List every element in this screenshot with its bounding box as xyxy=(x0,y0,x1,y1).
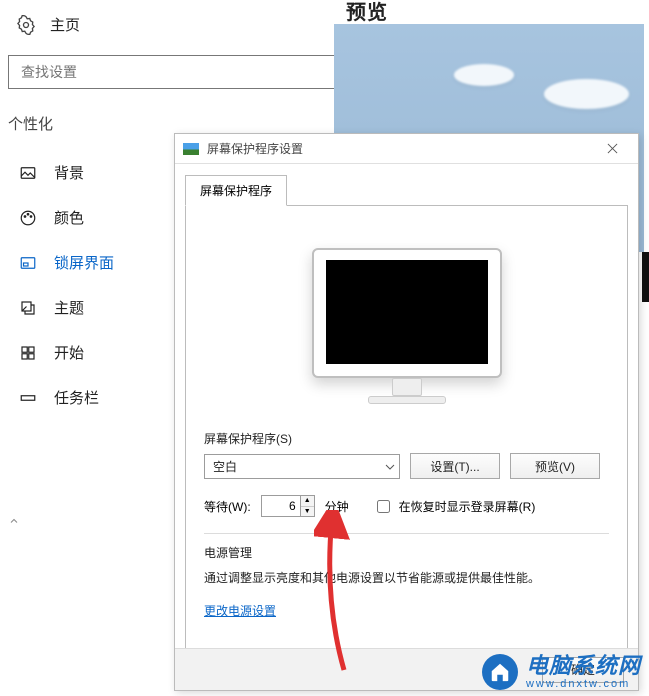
power-settings-link[interactable]: 更改电源设置 xyxy=(204,604,276,618)
spin-down-button[interactable]: ▼ xyxy=(301,507,314,517)
tab-content: 屏幕保护程序(S) 空白 设置(T)... 预览(V) 等待(W): ▲ ▼ 分… xyxy=(185,205,628,681)
resume-checkbox-row[interactable]: 在恢复时显示登录屏幕(R) xyxy=(373,497,536,516)
sidebar-item-label: 开始 xyxy=(54,342,84,363)
watermark-title: 电脑系统网 xyxy=(526,655,641,677)
tab-strip: 屏幕保护程序 xyxy=(175,164,638,205)
chevron-down-icon xyxy=(385,459,395,473)
preview-button[interactable]: 预览(V) xyxy=(510,453,600,479)
dialog-title: 屏幕保护程序设置 xyxy=(207,140,303,157)
sidebar-item-label: 背景 xyxy=(54,162,84,183)
lockscreen-icon xyxy=(18,253,38,273)
watermark-url: www.dnxtw.com xyxy=(526,679,641,690)
watermark-logo-icon xyxy=(482,654,518,690)
combobox-value: 空白 xyxy=(213,458,237,475)
start-icon xyxy=(18,343,38,363)
home-label: 主页 xyxy=(50,14,80,35)
chevron-up-icon xyxy=(8,514,20,526)
power-description: 通过调整显示亮度和其他电源设置以节省能源或提供最佳性能。 xyxy=(204,569,609,588)
dialog-titlebar[interactable]: 屏幕保护程序设置 xyxy=(175,134,638,164)
sidebar-item-label: 任务栏 xyxy=(54,387,99,408)
theme-icon xyxy=(18,298,38,318)
close-button[interactable] xyxy=(592,135,632,163)
screensaver-preview-monitor xyxy=(312,248,502,404)
wait-input[interactable] xyxy=(262,496,300,516)
wait-label: 等待(W): xyxy=(204,498,251,515)
divider xyxy=(204,533,609,534)
screensaver-dialog: 屏幕保护程序设置 屏幕保护程序 屏幕保护程序(S) 空白 设置(T)... 预览… xyxy=(174,133,639,691)
sidebar-item-label: 主题 xyxy=(54,297,84,318)
picture-icon xyxy=(18,163,38,183)
sidebar-item-label: 锁屏界面 xyxy=(54,252,114,273)
dialog-icon xyxy=(183,143,199,155)
spin-up-button[interactable]: ▲ xyxy=(301,496,314,507)
watermark: 电脑系统网 www.dnxtw.com xyxy=(482,654,641,690)
gear-icon xyxy=(16,15,36,35)
tab-screensaver[interactable]: 屏幕保护程序 xyxy=(185,175,287,206)
preview-title: 预览 xyxy=(346,0,388,25)
screensaver-combobox[interactable]: 空白 xyxy=(204,454,400,479)
taskbar-icon xyxy=(18,388,38,408)
wait-spinbox[interactable]: ▲ ▼ xyxy=(261,495,315,517)
wait-unit: 分钟 xyxy=(325,498,349,515)
power-section-label: 电源管理 xyxy=(204,544,609,561)
sidebar-item-label: 颜色 xyxy=(54,207,84,228)
screensaver-label: 屏幕保护程序(S) xyxy=(204,430,609,447)
resume-checkbox-label: 在恢复时显示登录屏幕(R) xyxy=(399,498,536,515)
resume-checkbox[interactable] xyxy=(377,500,390,513)
settings-button[interactable]: 设置(T)... xyxy=(410,453,500,479)
palette-icon xyxy=(18,208,38,228)
